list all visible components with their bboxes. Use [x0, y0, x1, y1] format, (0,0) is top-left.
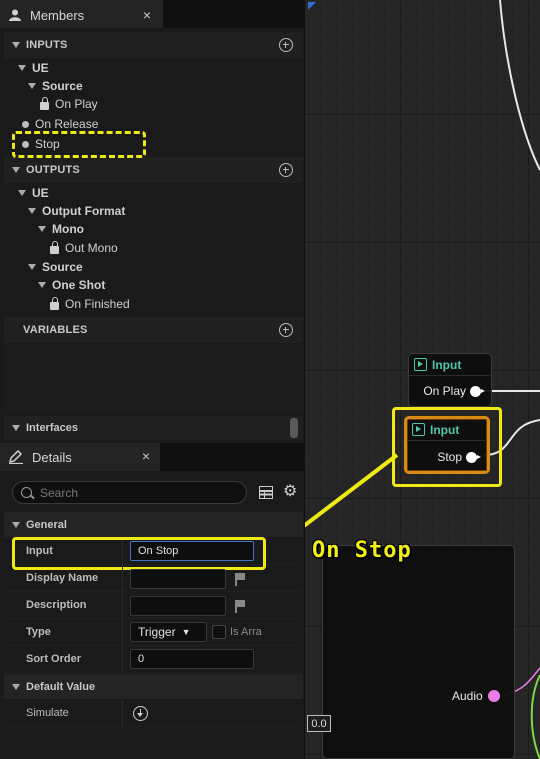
tree-item-on-finished[interactable]: On Finished	[50, 294, 130, 314]
tree-item-source[interactable]: Source	[28, 257, 83, 277]
default-value-section-header[interactable]: Default Value	[4, 674, 303, 699]
callout-label: On Stop	[312, 538, 412, 563]
display-name-field[interactable]	[130, 569, 226, 589]
variables-section-header[interactable]: VARIABLES	[4, 317, 303, 343]
is-array-label: Is Arra	[230, 626, 262, 638]
tree-item-mono[interactable]: Mono	[38, 219, 84, 239]
general-section-header[interactable]: General	[4, 512, 303, 537]
members-tabbar: Members ×	[0, 0, 304, 28]
scrollbar-thumb[interactable]	[290, 418, 298, 438]
output-pin-on-play[interactable]: On Play	[423, 384, 485, 398]
collapse-arrow-icon	[12, 425, 20, 431]
graph-corner-marker	[308, 2, 316, 10]
node-title: Input	[409, 354, 491, 376]
highlight-stop-item	[12, 131, 146, 158]
details-search-input[interactable]: Search	[12, 481, 247, 504]
highlight-stop-node	[392, 407, 502, 487]
description-field[interactable]	[130, 596, 226, 616]
collapse-arrow-icon	[12, 683, 20, 690]
collapse-arrow-icon	[12, 42, 20, 48]
zoom-readout: 0.0	[307, 715, 331, 732]
interfaces-section-header[interactable]: Interfaces	[4, 416, 303, 440]
members-empty-area	[4, 345, 303, 411]
tree-item-one-shot[interactable]: One Shot	[38, 275, 105, 295]
input-node-on-play[interactable]: Input On Play	[408, 353, 492, 407]
lock-icon	[40, 97, 49, 110]
lock-icon	[50, 241, 59, 254]
trigger-pin-icon[interactable]	[470, 385, 485, 397]
audio-node[interactable]	[322, 545, 515, 759]
dot-icon	[22, 120, 29, 128]
tree-item-out-mono[interactable]: Out Mono	[50, 238, 118, 258]
members-icon	[9, 9, 21, 21]
add-input-icon[interactable]	[279, 38, 293, 52]
gear-icon[interactable]: ⚙	[283, 484, 297, 500]
add-variable-icon[interactable]	[279, 323, 293, 337]
audio-pin-icon[interactable]	[487, 690, 500, 702]
flag-icon[interactable]	[234, 573, 246, 586]
details-tab[interactable]: Details ×	[0, 443, 160, 471]
input-node-icon	[414, 358, 427, 371]
chevron-down-icon: ▼	[181, 627, 191, 637]
pencil-icon	[8, 450, 23, 464]
inputs-section-header[interactable]: INPUTS	[4, 32, 303, 58]
tree-item-on-play[interactable]: On Play	[40, 94, 98, 114]
audio-input-pin[interactable]: Audio	[452, 689, 500, 703]
sort-order-field[interactable]: 0	[130, 649, 254, 669]
collapse-arrow-icon	[12, 521, 20, 528]
table-view-icon[interactable]	[259, 486, 273, 499]
close-icon[interactable]: ×	[143, 7, 151, 23]
property-simulate: Simulate	[4, 700, 303, 727]
type-dropdown[interactable]: Trigger ▼	[130, 622, 207, 642]
close-icon[interactable]: ×	[142, 448, 150, 464]
collapse-arrow-icon	[12, 167, 20, 173]
outputs-section-header[interactable]: OUTPUTS	[4, 157, 303, 183]
add-output-icon[interactable]	[279, 163, 293, 177]
search-icon	[21, 487, 32, 498]
flag-icon[interactable]	[234, 600, 246, 613]
simulate-download-icon[interactable]	[133, 706, 148, 721]
tree-item-ue[interactable]: UE	[18, 183, 49, 203]
tree-item-ue[interactable]: UE	[18, 58, 49, 78]
members-tab[interactable]: Members ×	[0, 0, 163, 28]
tree-item-source[interactable]: Source	[28, 76, 83, 96]
is-array-checkbox[interactable]	[212, 625, 226, 639]
tree-item-output-format[interactable]: Output Format	[28, 201, 125, 221]
members-body: INPUTS UE Source On Play On Release Stop…	[4, 28, 303, 345]
lock-icon	[50, 297, 59, 310]
